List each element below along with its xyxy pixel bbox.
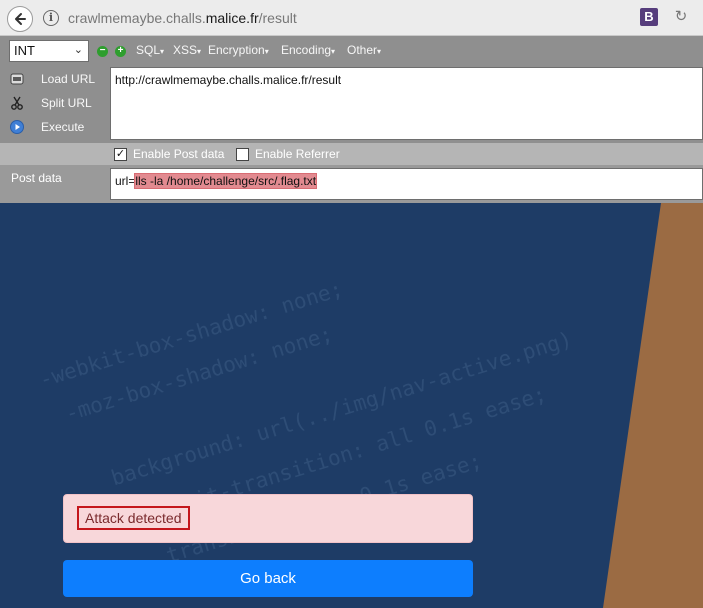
scissors-icon — [11, 96, 23, 110]
enable-post-checkbox[interactable]: ✓ Enable Post data — [114, 147, 224, 161]
info-icon[interactable]: i — [43, 10, 59, 26]
options-row: ✓ Enable Post data Enable Referrer — [0, 143, 703, 165]
bootstrap-extension-icon[interactable]: B — [640, 8, 658, 26]
checkbox-checked-icon: ✓ — [114, 147, 127, 161]
menu-encryption[interactable]: Encryption▾ — [208, 43, 269, 57]
hackbar-panel: INT ⌄ − + SQL▾ XSS▾ Encryption▾ Encoding… — [0, 36, 703, 203]
post-payload-selection: lls -la /home/challenge/src/.flag.txt — [134, 173, 318, 189]
go-back-button[interactable]: Go back — [63, 560, 473, 597]
back-arrow-icon — [15, 13, 26, 25]
load-url-icon — [10, 73, 24, 85]
checkbox-unchecked-icon — [236, 147, 249, 161]
play-icon — [10, 120, 24, 134]
menu-other[interactable]: Other▾ — [347, 43, 381, 57]
address-bar: i crawlmemaybe.challs.malice.fr/result B… — [0, 0, 703, 36]
decrement-icon[interactable]: − — [97, 46, 108, 57]
page-content: -webkit-box-shadow: none; -moz-box-shado… — [0, 203, 703, 608]
menu-xss[interactable]: XSS▾ — [173, 43, 201, 57]
reload-icon[interactable]: ↻ — [672, 7, 690, 27]
url-host: malice.fr — [205, 10, 259, 26]
execute-button[interactable]: Execute — [10, 118, 100, 138]
enable-referrer-checkbox[interactable]: Enable Referrer — [236, 147, 340, 161]
post-data-row: Post data url=lls -la /home/challenge/sr… — [0, 165, 703, 203]
url-rest: /result — [258, 10, 297, 26]
menu-sql[interactable]: SQL▾ — [136, 43, 164, 57]
url-path: crawlmemaybe.challs. — [68, 10, 206, 26]
type-select-value: INT — [14, 43, 35, 58]
increment-icon[interactable]: + — [115, 46, 126, 57]
code-background-image: -webkit-box-shadow: none; -moz-box-shado… — [36, 277, 574, 568]
split-url-button[interactable]: Split URL — [10, 94, 100, 114]
back-button[interactable] — [7, 6, 33, 32]
url-textarea-value: http://crawlmemaybe.challs.malice.fr/res… — [115, 73, 342, 87]
menu-encoding[interactable]: Encoding▾ — [281, 43, 335, 57]
error-alert: Attack detected — [63, 494, 473, 543]
load-url-button[interactable]: Load URL — [10, 70, 100, 90]
post-prefix: url= — [115, 174, 136, 188]
chevron-down-icon: ⌄ — [73, 44, 83, 56]
hackbar-toolbar: INT ⌄ − + SQL▾ XSS▾ Encryption▾ Encoding… — [0, 36, 703, 66]
url-display[interactable]: crawlmemaybe.challs.malice.fr/result — [68, 10, 297, 26]
url-textarea[interactable]: http://crawlmemaybe.challs.malice.fr/res… — [110, 67, 703, 140]
alert-text: Attack detected — [77, 506, 190, 530]
post-data-input[interactable]: url=lls -la /home/challenge/src/.flag.tx… — [110, 168, 703, 200]
post-data-label: Post data — [11, 171, 62, 185]
type-select[interactable]: INT ⌄ — [9, 40, 89, 62]
